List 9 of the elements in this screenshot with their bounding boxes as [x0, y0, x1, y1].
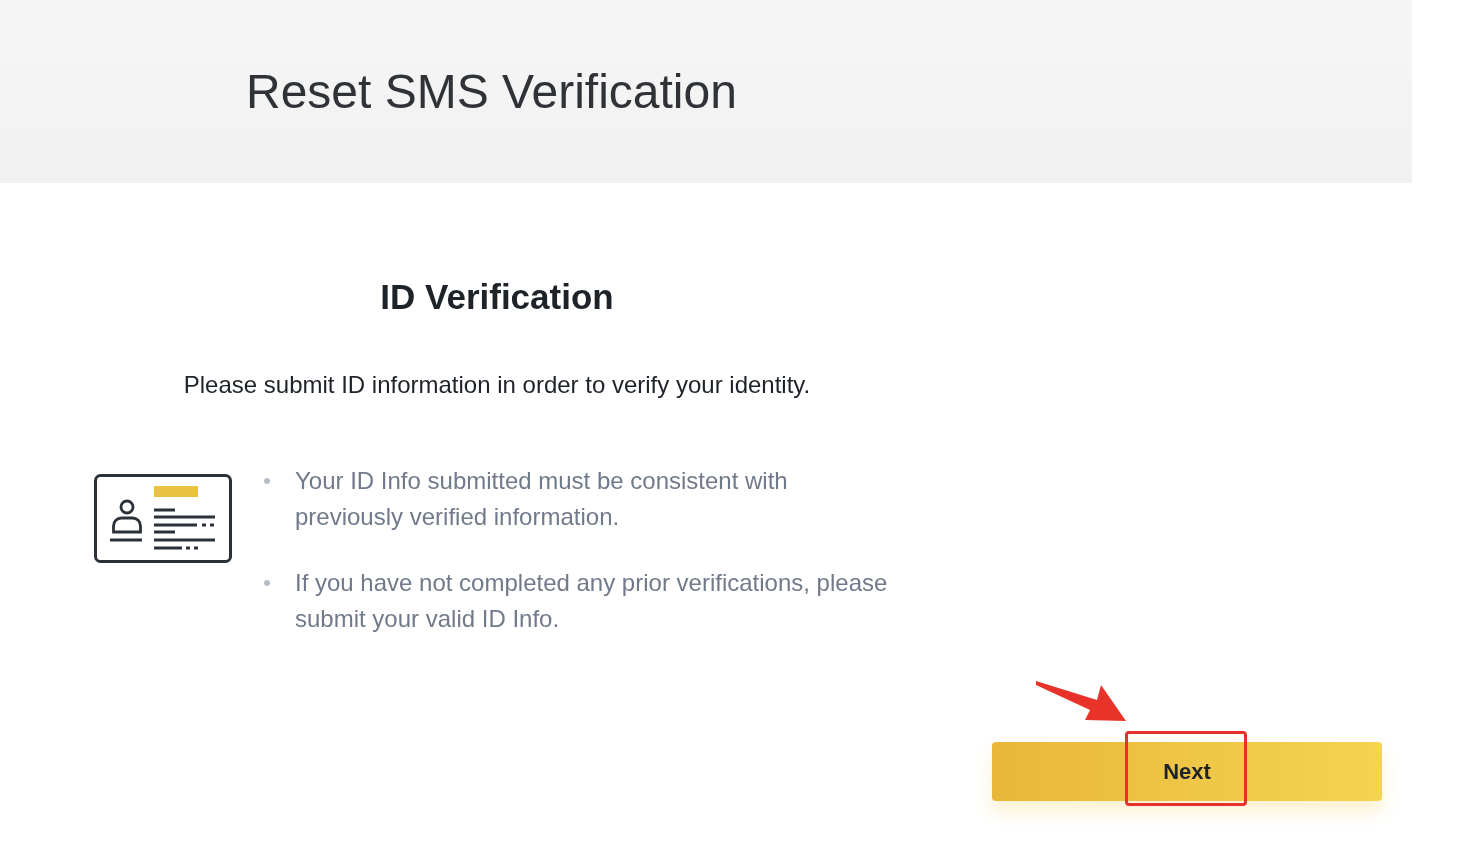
note-text: Your ID Info submitted must be consistent with previously verified information. — [295, 466, 789, 532]
id-card-icon — [94, 474, 232, 563]
instruction-text: Please submit ID information in order to verify your identity. — [183, 370, 811, 400]
page-title: Reset SMS Verification — [246, 63, 737, 120]
bullet-icon — [264, 478, 270, 484]
note-text: If you have not completed any prior verifications, please submit your valid ID Info. — [295, 568, 889, 634]
bullet-icon — [264, 580, 270, 586]
section-title: ID Verification — [380, 276, 614, 318]
next-button[interactable]: Next — [992, 742, 1382, 801]
